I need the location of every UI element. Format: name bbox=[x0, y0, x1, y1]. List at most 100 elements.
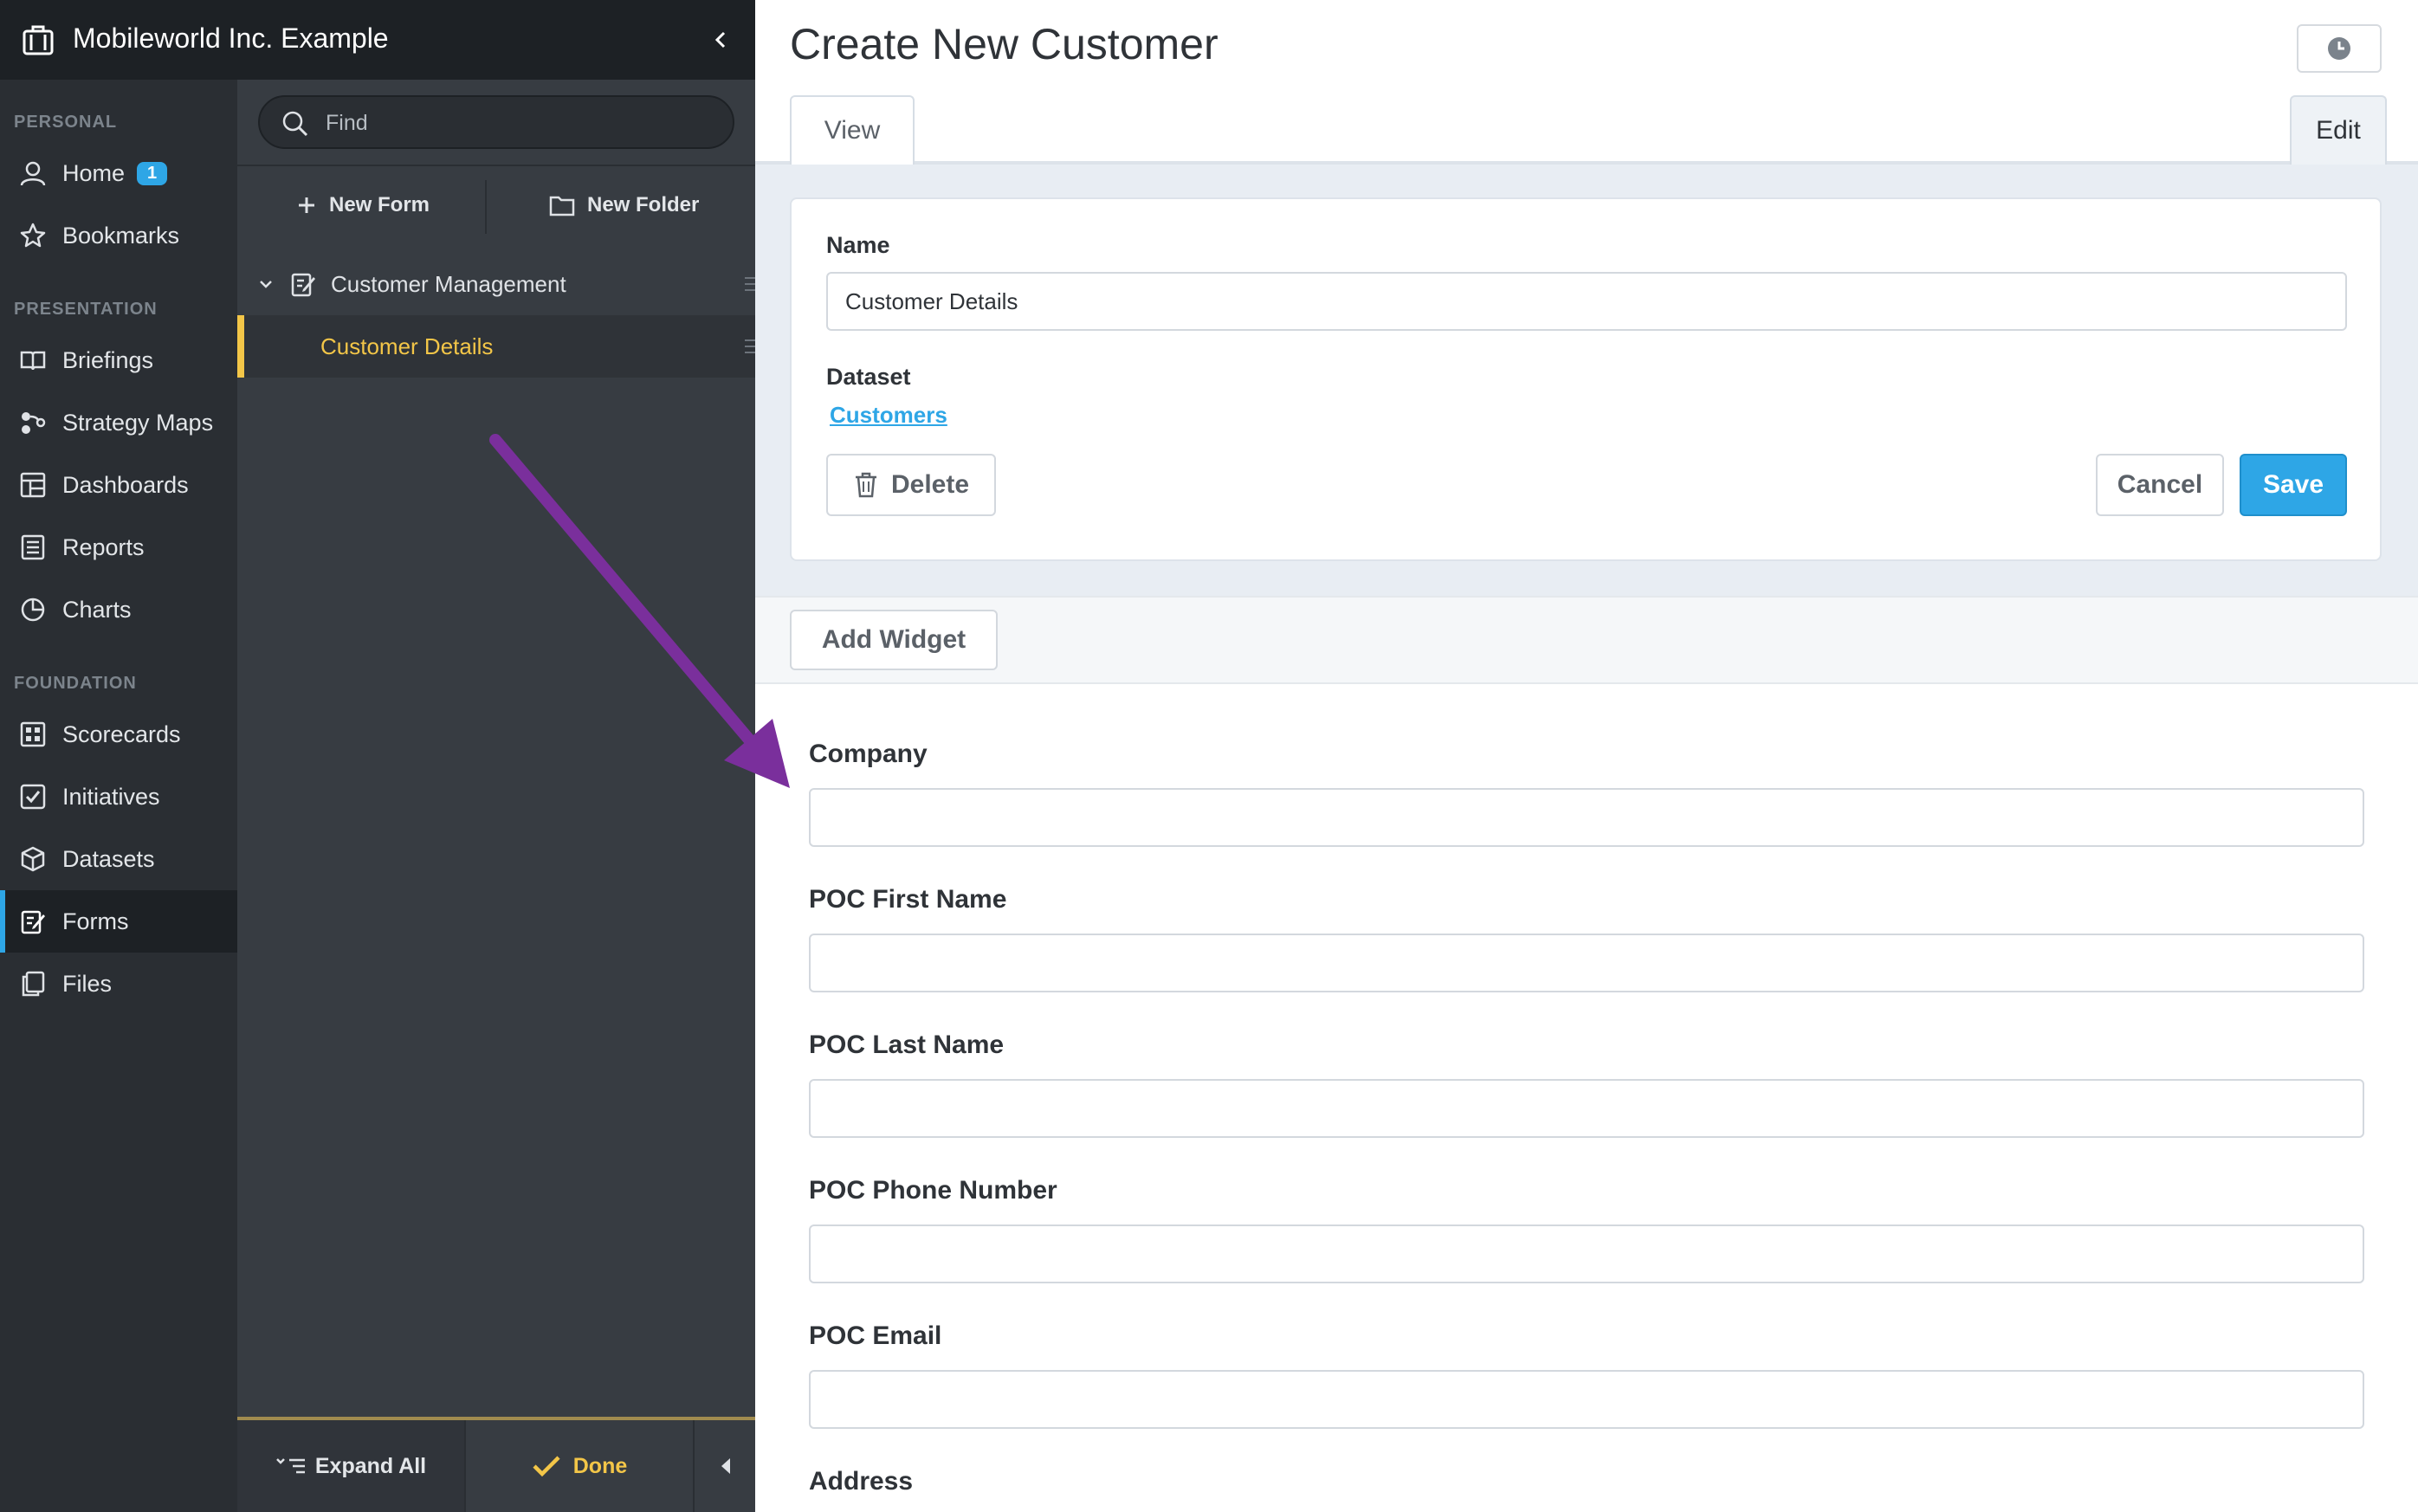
field-label-poc-first-name: POC First Name bbox=[809, 885, 1007, 914]
done-button[interactable]: Done bbox=[464, 1420, 695, 1512]
sidebar-item-strategy-maps[interactable]: Strategy Maps bbox=[0, 391, 237, 454]
book-icon bbox=[17, 345, 48, 376]
tab-edit-label: Edit bbox=[2316, 116, 2361, 145]
field-label-address: Address bbox=[809, 1467, 914, 1496]
new-folder-button[interactable]: New Folder bbox=[549, 184, 699, 227]
form-settings-band: Name Dataset Customers Delete Cancel Sav… bbox=[755, 165, 2418, 596]
company-field[interactable] bbox=[809, 788, 2364, 847]
drag-handle-icon[interactable] bbox=[745, 275, 755, 293]
sidebar-item-dashboards[interactable]: Dashboards bbox=[0, 454, 237, 516]
new-form-label: New Form bbox=[329, 193, 430, 216]
notification-badge: 1 bbox=[137, 161, 168, 185]
sidebar-item-label: Strategy Maps bbox=[62, 409, 214, 436]
files-icon bbox=[17, 968, 48, 999]
history-button[interactable] bbox=[2297, 24, 2382, 73]
plus-icon bbox=[299, 197, 314, 213]
drag-handle-icon[interactable] bbox=[745, 338, 755, 355]
sidebar-item-reports[interactable]: Reports bbox=[0, 516, 237, 578]
divider bbox=[237, 165, 755, 166]
pie-chart-icon bbox=[17, 594, 48, 625]
main-content: Create New Customer View Edit Name Datas… bbox=[755, 0, 2418, 1512]
tab-view[interactable]: View bbox=[790, 95, 915, 165]
sidebar-item-initiatives[interactable]: Initiatives bbox=[0, 766, 237, 828]
dashboard-icon bbox=[17, 469, 48, 501]
field-label-poc-phone-number: POC Phone Number bbox=[809, 1176, 1057, 1205]
sidebar-item-files[interactable]: Files bbox=[0, 953, 237, 1015]
save-button[interactable]: Save bbox=[2240, 454, 2347, 516]
sidebar-item-scorecards[interactable]: Scorecards bbox=[0, 703, 237, 766]
field-label-company: Company bbox=[809, 740, 928, 768]
sidebar-item-briefings[interactable]: Briefings bbox=[0, 329, 237, 391]
checkmark-icon bbox=[533, 1456, 560, 1477]
cancel-button[interactable]: Cancel bbox=[2096, 454, 2224, 516]
cube-icon bbox=[17, 843, 48, 875]
sidebar-item-datasets[interactable]: Datasets bbox=[0, 828, 237, 890]
tree-folder-label: Customer Management bbox=[331, 270, 566, 297]
sidebar-item-label: Bookmarks bbox=[62, 222, 180, 249]
chevron-down-icon[interactable] bbox=[256, 275, 275, 294]
sidebar-item-home[interactable]: Home 1 bbox=[0, 142, 237, 204]
collapse-panel-button[interactable] bbox=[696, 1420, 755, 1512]
poc-email-field[interactable] bbox=[809, 1370, 2364, 1429]
clock-icon bbox=[2328, 37, 2350, 60]
new-folder-label: New Folder bbox=[587, 193, 700, 216]
form-icon bbox=[17, 906, 48, 937]
report-icon bbox=[17, 532, 48, 563]
strategy-map-icon bbox=[17, 407, 48, 438]
sidebar-item-label: Home bbox=[62, 159, 126, 186]
add-widget-label: Add Widget bbox=[821, 625, 967, 654]
find-input[interactable] bbox=[326, 104, 715, 142]
sidebar-item-label: Charts bbox=[62, 596, 132, 623]
find-search-box[interactable] bbox=[258, 95, 734, 149]
name-label: Name bbox=[826, 232, 890, 258]
delete-button[interactable]: Delete bbox=[826, 454, 996, 516]
widget-toolbar: Add Widget bbox=[755, 596, 2418, 684]
checkbox-icon bbox=[17, 781, 48, 812]
dataset-link[interactable]: Customers bbox=[830, 402, 947, 429]
poc-first-name-field[interactable] bbox=[809, 934, 2364, 992]
tab-edit[interactable]: Edit bbox=[2290, 95, 2387, 165]
sidebar-item-label: Dashboards bbox=[62, 471, 189, 498]
sidebar-item-label: Scorecards bbox=[62, 720, 181, 747]
star-icon bbox=[17, 220, 48, 251]
sidebar-item-label: Reports bbox=[62, 533, 145, 560]
sidebar-item-label: Briefings bbox=[62, 346, 154, 373]
dataset-label: Dataset bbox=[826, 364, 911, 390]
field-label-poc-last-name: POC Last Name bbox=[809, 1031, 1005, 1059]
poc-phone-number-field[interactable] bbox=[809, 1224, 2364, 1283]
tree-item-label: Customer Details bbox=[320, 333, 494, 359]
save-label: Save bbox=[2262, 470, 2324, 499]
caret-left-icon bbox=[721, 1458, 730, 1474]
folder-icon bbox=[549, 196, 575, 216]
sidebar-item-label: Initiatives bbox=[62, 783, 160, 810]
new-form-button[interactable]: New Form bbox=[296, 184, 430, 227]
tree-item-customer-details[interactable]: Customer Details bbox=[237, 315, 755, 378]
name-input[interactable] bbox=[826, 272, 2347, 331]
app-header: Mobileworld Inc. Example bbox=[0, 0, 755, 80]
trash-icon bbox=[855, 472, 876, 498]
chevron-left-icon[interactable] bbox=[708, 24, 733, 55]
sidebar-item-forms[interactable]: Forms bbox=[0, 890, 237, 953]
field-label-poc-email: POC Email bbox=[809, 1321, 942, 1350]
tree-footer: Expand All Done bbox=[237, 1420, 755, 1512]
user-icon bbox=[17, 158, 48, 189]
add-widget-button[interactable]: Add Widget bbox=[790, 610, 998, 670]
sidebar-item-bookmarks[interactable]: Bookmarks bbox=[0, 204, 237, 267]
done-label: Done bbox=[572, 1453, 628, 1478]
app-title: Mobileworld Inc. Example bbox=[73, 23, 389, 54]
toolbar-divider bbox=[485, 180, 487, 234]
briefcase-icon bbox=[23, 25, 54, 55]
form-icon bbox=[291, 273, 315, 297]
sidebar-item-charts[interactable]: Charts bbox=[0, 578, 237, 641]
sidebar-item-label: Forms bbox=[62, 908, 129, 934]
scorecard-icon bbox=[17, 719, 48, 750]
sidebar-nav: PERSONAL Home 1 Bookmarks PRESENTATION B… bbox=[0, 80, 237, 1512]
sidebar-item-label: Datasets bbox=[62, 845, 155, 872]
tree-folder-customer-management[interactable]: Customer Management bbox=[237, 253, 755, 315]
expand-all-icon bbox=[275, 1458, 305, 1474]
page-title: Create New Customer bbox=[790, 20, 1219, 68]
sidebar-item-label: Files bbox=[62, 970, 113, 997]
poc-last-name-field[interactable] bbox=[809, 1079, 2364, 1138]
tab-view-label: View bbox=[824, 116, 881, 145]
expand-all-button[interactable]: Expand All bbox=[237, 1420, 464, 1512]
